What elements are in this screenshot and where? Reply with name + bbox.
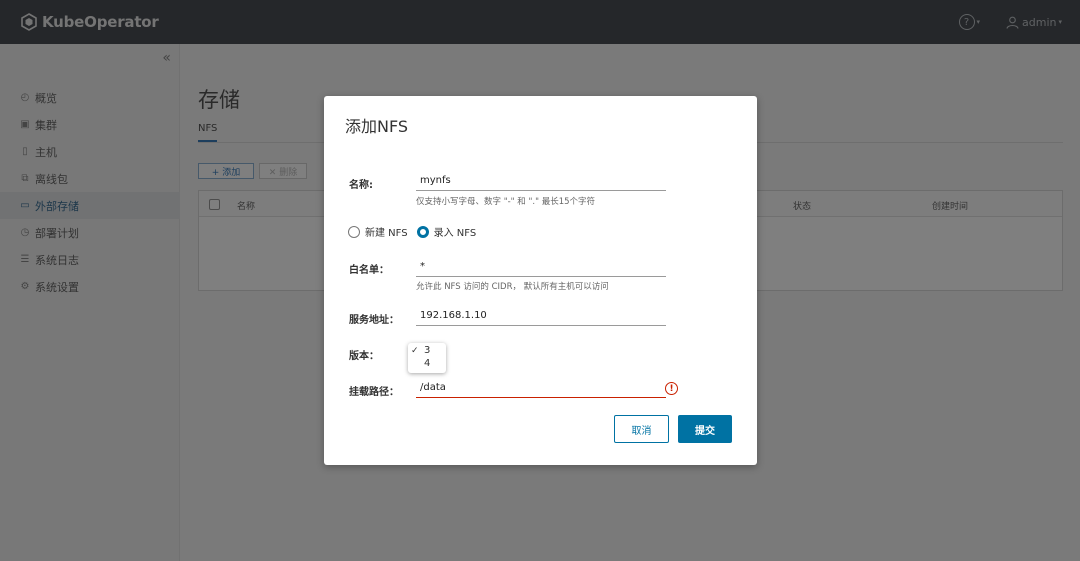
radio-new-nfs[interactable] [348,225,360,238]
name-input[interactable]: mynfs [416,172,666,191]
dialog-title: 添加NFS [345,117,409,136]
version-option-3[interactable]: 3 [424,345,430,356]
error-icon: ! [665,382,678,395]
check-icon: ✓ [411,346,419,356]
cancel-button[interactable]: 取消 [614,415,669,443]
add-nfs-dialog: 添加NFS 名称: mynfs 仅支持小写字母、数字 "-" 和 "." 最长1… [324,96,757,465]
name-label: 名称: [349,180,373,191]
server-address-input[interactable]: 192.168.1.10 [416,307,666,326]
mount-path-input[interactable]: /data [416,379,666,398]
whitelist-helper-text: 允许此 NFS 访问的 CIDR， 默认所有主机可以访问 [416,282,609,292]
version-option-4[interactable]: 4 [424,358,430,369]
mount-path-label: 挂载路径： [349,387,399,398]
server-address-label: 服务地址： [349,315,399,326]
radio-new-nfs-label[interactable]: 新建 NFS [365,224,408,239]
whitelist-input[interactable]: * [416,258,666,277]
version-dropdown[interactable]: ✓ 3 4 [408,343,446,373]
name-helper-text: 仅支持小写字母、数字 "-" 和 "." 最长15个字符 [416,197,596,207]
radio-import-nfs[interactable] [416,225,429,238]
radio-import-nfs-label[interactable]: 录入 NFS [434,224,477,239]
version-label: 版本： [349,351,379,362]
whitelist-label: 白名单： [349,265,389,276]
submit-button[interactable]: 提交 [678,415,732,443]
nfs-mode-radio-group: 新建 NFS 录入 NFS [348,224,485,239]
